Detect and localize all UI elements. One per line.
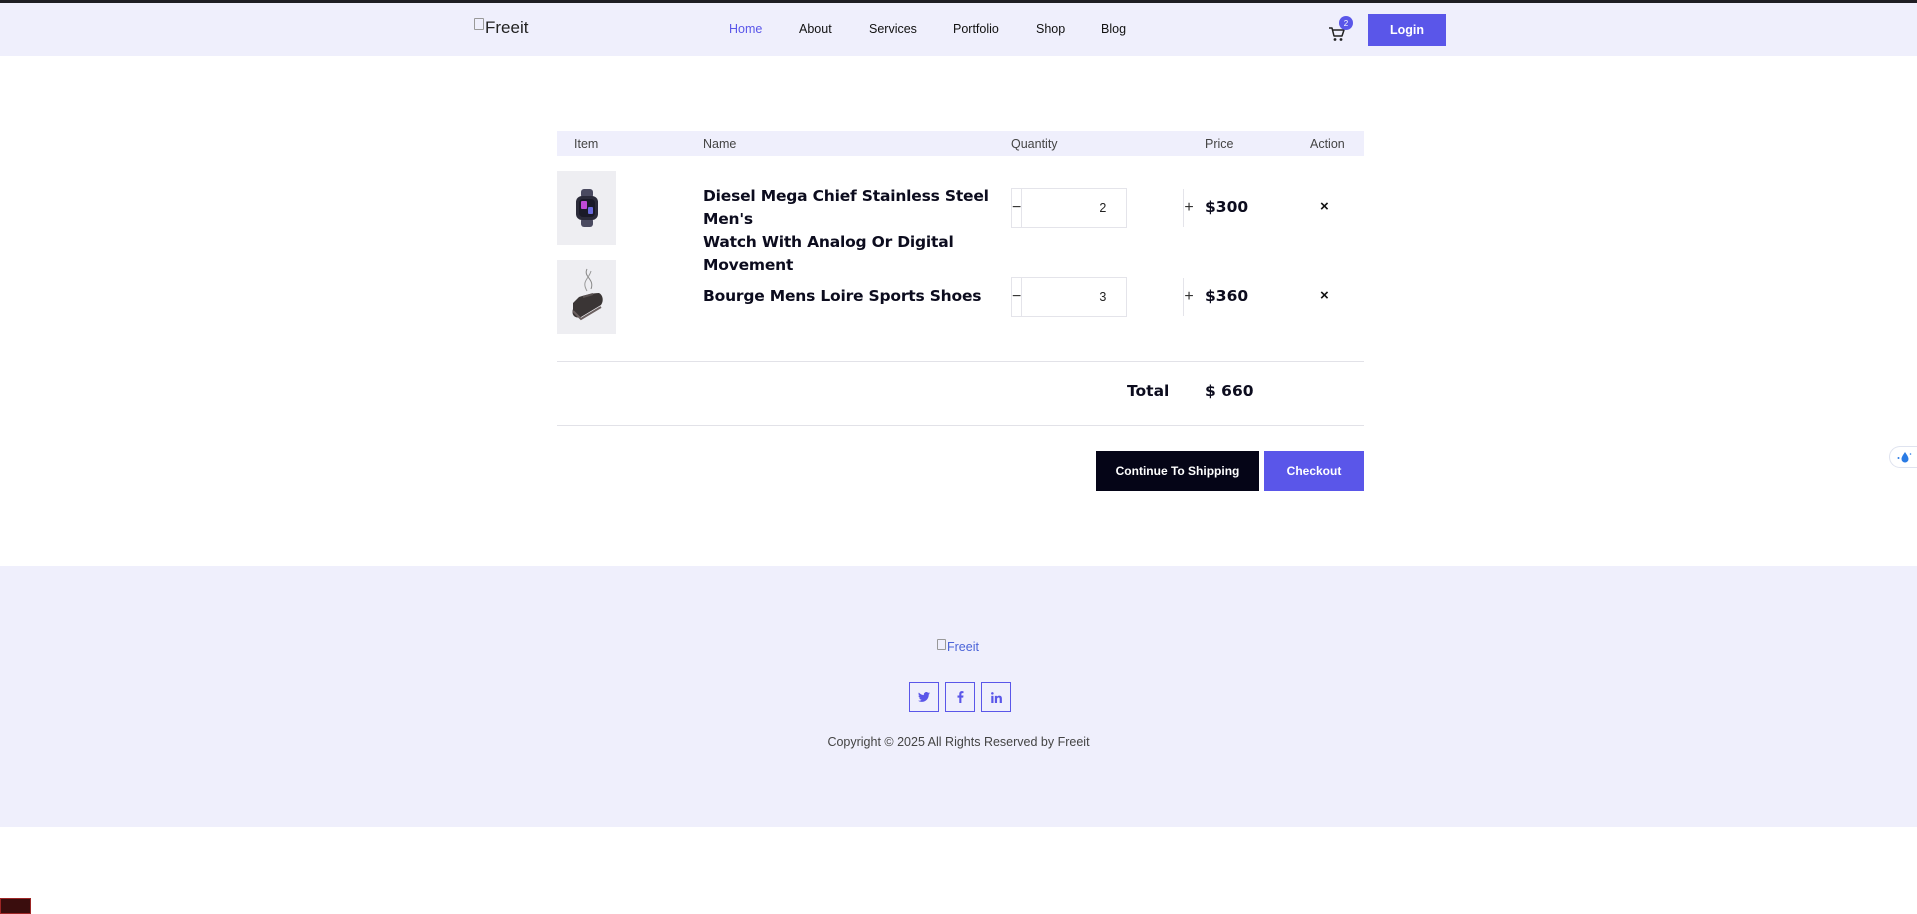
product-price: $360 xyxy=(1205,287,1249,305)
remove-item-icon[interactable]: × xyxy=(1320,287,1329,304)
droplet-icon xyxy=(1897,452,1911,463)
col-price: Price xyxy=(1205,137,1234,151)
product-name-line: Diesel Mega Chief Stainless Steel Men's xyxy=(703,187,989,228)
quantity-input[interactable] xyxy=(1022,189,1184,227)
facebook-icon[interactable] xyxy=(945,682,975,712)
linkedin-icon[interactable] xyxy=(981,682,1011,712)
increase-quantity-button[interactable]: + xyxy=(1183,189,1194,227)
cart-row: Bourge Mens Loire Sports Shoes − + $360 … xyxy=(557,260,1364,334)
col-action: Action xyxy=(1310,137,1345,151)
main-nav: Home About Services Portfolio Shop Blog xyxy=(0,22,1917,42)
divider xyxy=(557,361,1364,362)
copyright-text: Copyright © 2025 All Rights Reserved by … xyxy=(827,735,1090,749)
col-name: Name xyxy=(703,137,737,151)
product-image[interactable] xyxy=(557,260,616,334)
login-button[interactable]: Login xyxy=(1368,14,1446,46)
footer-logo[interactable]: Freeit xyxy=(937,638,979,654)
nav-shop[interactable]: Shop xyxy=(1036,22,1065,36)
remove-item-icon[interactable]: × xyxy=(1320,198,1329,215)
corner-widget-icon[interactable] xyxy=(0,898,31,914)
cart-row: Diesel Mega Chief Stainless Steel Men's … xyxy=(557,171,1364,274)
checkout-button[interactable]: Checkout xyxy=(1264,451,1364,491)
product-name[interactable]: Bourge Mens Loire Sports Shoes xyxy=(703,285,993,308)
col-quantity: Quantity xyxy=(1011,137,1058,151)
divider xyxy=(557,425,1364,426)
col-item: Item xyxy=(574,137,599,151)
broken-image-icon xyxy=(937,638,946,650)
increase-quantity-button[interactable]: + xyxy=(1183,278,1194,316)
site-footer: Freeit Copyright © 2025 All Rights Reser… xyxy=(0,566,1917,827)
nav-about[interactable]: About xyxy=(799,22,832,36)
side-widget-tab[interactable] xyxy=(1889,446,1917,468)
nav-services[interactable]: Services xyxy=(869,22,917,36)
cart-table-header: Item Name Quantity Price Action xyxy=(557,131,1364,156)
quantity-stepper: − + xyxy=(1011,277,1194,317)
quantity-stepper: − + xyxy=(1011,188,1194,228)
nav-portfolio[interactable]: Portfolio xyxy=(953,22,999,36)
product-price: $300 xyxy=(1205,198,1249,216)
twitter-icon[interactable] xyxy=(909,682,939,712)
footer-logo-alt-text: Freeit xyxy=(947,640,979,654)
continue-to-shipping-button[interactable]: Continue To Shipping xyxy=(1096,451,1259,491)
product-name-line: Bourge Mens Loire Sports Shoes xyxy=(703,287,982,305)
decrease-quantity-button[interactable]: − xyxy=(1012,278,1023,316)
social-links xyxy=(909,682,1011,712)
site-header: Freeit Home About Services Portfolio Sho… xyxy=(0,3,1917,56)
product-image[interactable] xyxy=(557,171,616,245)
cart-count-badge: 2 xyxy=(1339,16,1353,30)
nav-blog[interactable]: Blog xyxy=(1101,22,1126,36)
shoe-image xyxy=(571,268,603,321)
quantity-input[interactable] xyxy=(1022,278,1184,316)
total-value: $ 660 xyxy=(1205,382,1254,400)
nav-home[interactable]: Home xyxy=(729,22,762,36)
total-label: Total xyxy=(1127,382,1170,400)
smartwatch-image xyxy=(575,189,598,227)
decrease-quantity-button[interactable]: − xyxy=(1012,189,1023,227)
